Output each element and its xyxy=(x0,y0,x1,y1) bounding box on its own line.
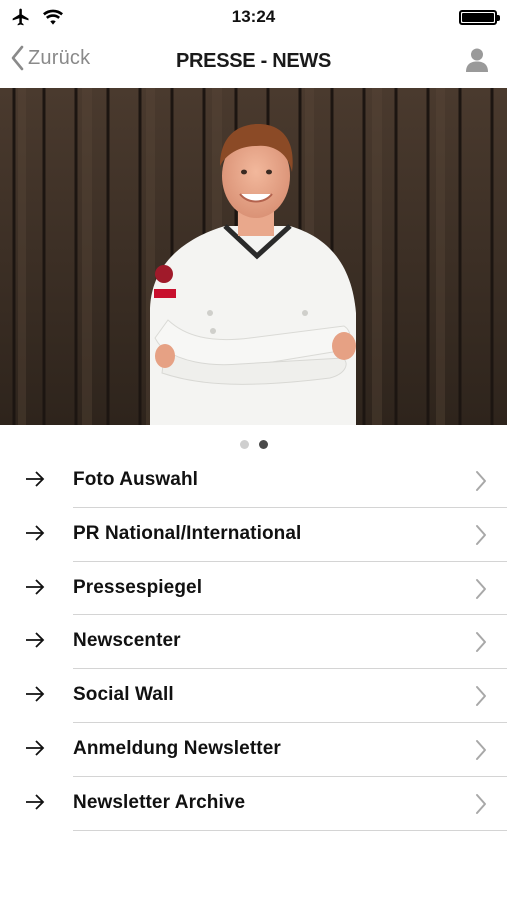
status-bar: 13:24 xyxy=(0,0,507,34)
page-title: PRESSE - NEWS xyxy=(175,50,332,72)
chevron-right-icon xyxy=(476,524,486,545)
profile-button[interactable] xyxy=(465,47,489,78)
chef-portrait-image xyxy=(0,88,507,425)
arrow-right-icon xyxy=(26,794,45,810)
divider xyxy=(73,829,507,831)
list-item-newscenter[interactable]: Newscenter xyxy=(0,615,507,670)
chevron-right-icon xyxy=(476,632,486,653)
list-item-label: Pressespiegel xyxy=(73,576,203,598)
arrow-right-icon xyxy=(26,632,45,649)
chevron-right-icon xyxy=(476,471,486,491)
chevron-right-icon xyxy=(476,739,486,760)
arrow-right-icon xyxy=(26,686,45,702)
list-item-label: Foto Auswahl xyxy=(73,469,199,490)
arrow-right-icon xyxy=(26,578,45,595)
list-item-label: PR National/International xyxy=(73,522,302,544)
list-item-label: Newsletter Archive xyxy=(73,791,246,813)
list-item-label: Newscenter xyxy=(73,630,181,652)
arrow-right-icon xyxy=(26,740,45,756)
page-indicator[interactable] xyxy=(0,440,507,449)
list-item-pressespiegel[interactable]: Pressespiegel xyxy=(0,562,507,616)
battery-icon xyxy=(459,10,500,25)
chevron-right-icon xyxy=(476,686,486,707)
arrow-right-icon xyxy=(26,525,45,541)
menu-list: Foto Auswahl PR National/International P… xyxy=(0,454,507,831)
hero-photo[interactable] xyxy=(0,88,507,425)
list-item-anmeldung-newsletter[interactable]: Anmeldung Newsletter xyxy=(0,723,507,777)
chevron-right-icon xyxy=(476,578,486,599)
status-time: 13:24 xyxy=(231,7,276,26)
list-item-label: Social Wall xyxy=(73,684,174,706)
chevron-right-icon xyxy=(476,793,486,814)
list-item-social-wall[interactable]: Social Wall xyxy=(0,669,507,723)
page-dot-2[interactable] xyxy=(258,440,268,449)
list-item-newsletter-archive[interactable]: Newsletter Archive xyxy=(0,777,507,831)
arrow-right-icon xyxy=(26,471,45,487)
user-icon xyxy=(466,48,488,72)
list-item-pr-national-international[interactable]: PR National/International xyxy=(0,508,507,562)
list-item-foto-auswahl[interactable]: Foto Auswahl xyxy=(0,454,507,508)
list-item-label: Anmeldung Newsletter xyxy=(73,737,281,759)
page-dot-1[interactable] xyxy=(239,440,249,449)
nav-bar: Zurück PRESSE - NEWS xyxy=(0,34,507,88)
